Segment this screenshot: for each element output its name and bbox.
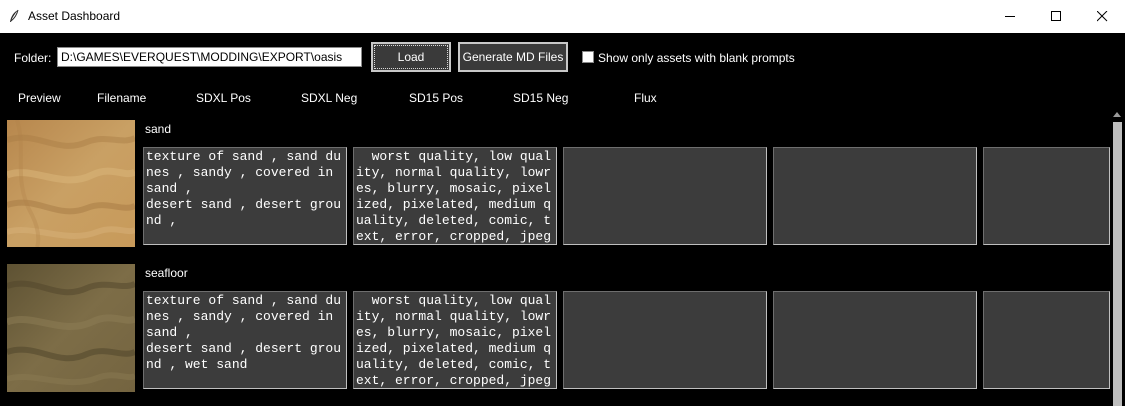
folder-label: Folder:	[14, 51, 52, 65]
feather-icon	[8, 9, 20, 24]
flux-textbox[interactable]	[983, 291, 1110, 389]
close-icon	[1097, 11, 1108, 22]
header-sd15-neg: SD15 Neg	[513, 91, 569, 105]
asset-filename: seafloor	[145, 266, 188, 280]
sdxl-neg-textbox[interactable]: worst quality, low qual ity, normal qual…	[353, 147, 557, 245]
window-title: Asset Dashboard	[28, 9, 121, 23]
flux-text	[984, 292, 1109, 294]
sd15-pos-text	[564, 292, 766, 294]
blank-prompts-label: Show only assets with blank prompts	[598, 51, 795, 65]
minimize-button[interactable]	[987, 0, 1033, 33]
maximize-icon	[1051, 11, 1061, 21]
title-bar: Asset Dashboard	[0, 0, 1125, 33]
vertical-scrollbar[interactable]	[1110, 110, 1125, 406]
load-button[interactable]: Load	[371, 42, 451, 72]
sd15-neg-text	[774, 292, 976, 294]
sdxl-pos-textbox[interactable]: texture of sand , sand du nes , sandy , …	[143, 291, 347, 389]
header-sd15-pos: SD15 Pos	[409, 91, 464, 105]
sd15-pos-textbox[interactable]	[563, 147, 767, 245]
asset-preview-image	[5, 264, 137, 392]
minimize-icon	[1005, 16, 1015, 17]
maximize-button[interactable]	[1033, 0, 1079, 33]
flux-textbox[interactable]	[983, 147, 1110, 245]
sdxl-pos-text: texture of sand , sand du nes , sandy , …	[146, 149, 342, 228]
sdxl-neg-textbox[interactable]: worst quality, low qual ity, normal qual…	[353, 291, 557, 389]
scrollbar-thumb[interactable]	[1113, 122, 1122, 406]
generate-md-files-button[interactable]: Generate MD Files	[458, 42, 568, 72]
sdxl-pos-textbox[interactable]: texture of sand , sand du nes , sandy , …	[143, 147, 347, 245]
sd15-neg-textbox[interactable]	[773, 291, 977, 389]
sd15-neg-text	[774, 148, 976, 150]
header-flux: Flux	[634, 91, 657, 105]
header-sdxl-pos: SDXL Pos	[196, 91, 251, 105]
scroll-up-arrow-icon[interactable]	[1113, 112, 1121, 117]
sdxl-neg-text: worst quality, low qual ity, normal qual…	[356, 293, 552, 388]
sd15-neg-textbox[interactable]	[773, 147, 977, 245]
header-sdxl-neg: SDXL Neg	[301, 91, 358, 105]
asset-preview-image	[5, 119, 137, 248]
close-button[interactable]	[1079, 0, 1125, 33]
asset-filename: sand	[145, 122, 172, 136]
sdxl-pos-text: texture of sand , sand du nes , sandy , …	[146, 293, 342, 372]
sd15-pos-text	[564, 148, 766, 150]
header-filename: Filename	[97, 91, 147, 105]
folder-path-input[interactable]	[57, 47, 362, 67]
sdxl-neg-text: worst quality, low qual ity, normal qual…	[356, 149, 552, 244]
blank-prompts-checkbox[interactable]	[582, 51, 594, 63]
header-preview: Preview	[18, 91, 61, 105]
sd15-pos-textbox[interactable]	[563, 291, 767, 389]
flux-text	[984, 148, 1109, 150]
